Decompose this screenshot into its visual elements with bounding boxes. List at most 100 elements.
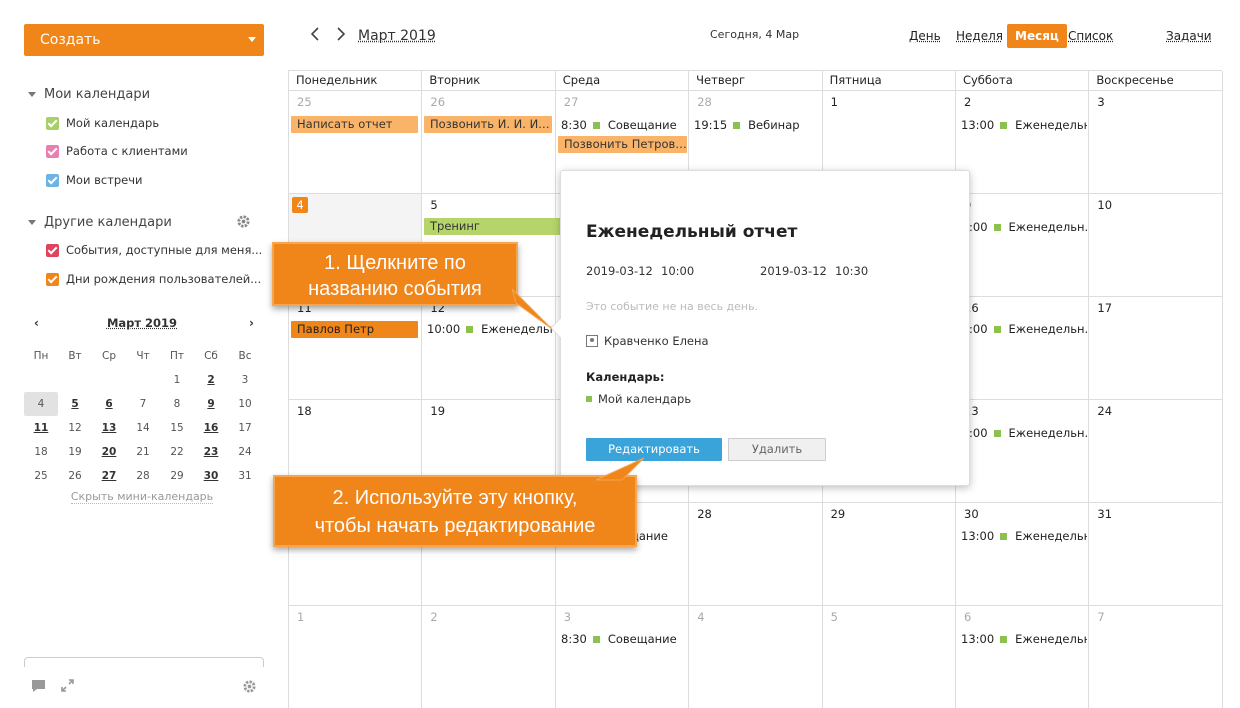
day-number[interactable]: 3 — [1097, 95, 1104, 109]
day-cell[interactable]: 1 — [289, 606, 423, 708]
mini-calendar-title[interactable]: Март 2019 — [107, 316, 177, 330]
mini-day[interactable]: 20 — [92, 440, 126, 464]
mini-day[interactable]: 13 — [92, 416, 126, 440]
checkbox-icon[interactable] — [46, 144, 59, 158]
day-number[interactable]: 7 — [1097, 610, 1104, 624]
event-weekly-report[interactable]: :00 Еженедельн... — [969, 425, 1087, 441]
mini-day[interactable]: 30 — [194, 464, 228, 488]
day-number[interactable]: 25 — [297, 95, 312, 109]
day-cell[interactable]: 16 — [956, 297, 1090, 400]
mini-day[interactable]: 23 — [194, 440, 228, 464]
mini-day[interactable]: 7 — [126, 392, 160, 416]
calendar-item-shared-events[interactable]: События, доступные для меня... — [46, 243, 262, 257]
day-cell[interactable]: 23 — [956, 400, 1090, 503]
day-number[interactable]: 28 — [697, 95, 712, 109]
mini-day[interactable]: 16 — [194, 416, 228, 440]
chevron-left-icon[interactable]: ‹ — [34, 316, 39, 330]
chat-icon[interactable] — [31, 679, 46, 697]
day-cell[interactable]: 31 — [1089, 503, 1223, 606]
gear-icon[interactable] — [236, 214, 251, 229]
day-cell[interactable]: 4 — [689, 606, 823, 708]
chevron-left-icon[interactable] — [310, 27, 320, 45]
day-cell[interactable]: 17 — [1089, 297, 1223, 400]
day-number[interactable]: 18 — [297, 404, 312, 418]
checkbox-icon[interactable] — [46, 116, 59, 130]
event-weekly-report[interactable]: 13:00 Еженедельн... — [961, 117, 1087, 133]
mini-day[interactable]: 15 — [160, 416, 194, 440]
event-weekly-report[interactable]: 13:00 Еженедельн... — [961, 631, 1087, 647]
chevron-right-icon[interactable] — [336, 27, 346, 45]
day-number[interactable]: 10 — [1097, 198, 1112, 212]
view-list-tab[interactable]: Список — [1068, 29, 1113, 43]
other-calendars-header[interactable]: Другие календари — [28, 215, 172, 230]
event-meeting[interactable]: 8:30 Совещание — [561, 117, 687, 133]
create-button[interactable]: Создать — [24, 24, 264, 56]
mini-day[interactable]: 29 — [160, 464, 194, 488]
mini-day[interactable]: 26 — [58, 464, 92, 488]
checkbox-icon[interactable] — [46, 243, 59, 257]
event-weekly-report[interactable]: 13:00 Еженедельн... — [961, 528, 1087, 544]
event-call-ivanov[interactable]: Позвонить И. И. Ив... — [424, 116, 552, 133]
day-cell[interactable]: 7 — [1089, 606, 1223, 708]
day-number[interactable]: 5 — [831, 610, 838, 624]
calendar-item-my-calendar[interactable]: Мой календарь — [46, 116, 159, 130]
day-cell[interactable]: 3 — [1089, 91, 1223, 194]
day-cell[interactable]: 25 — [289, 91, 423, 194]
day-number[interactable]: 5 — [430, 198, 437, 212]
checkbox-icon[interactable] — [46, 272, 59, 286]
calendar-item-birthdays[interactable]: Дни рождения пользователей... — [46, 272, 261, 286]
mini-day[interactable]: 9 — [194, 392, 228, 416]
delete-button[interactable]: Удалить — [728, 438, 826, 461]
day-cell[interactable]: 24 — [1089, 400, 1223, 503]
view-month-tab[interactable]: Месяц — [1007, 24, 1067, 48]
day-number[interactable]: 4 — [697, 610, 704, 624]
day-number[interactable]: 28 — [697, 507, 712, 521]
mini-day[interactable]: 25 — [24, 464, 58, 488]
day-number[interactable]: 1 — [831, 95, 838, 109]
mini-day[interactable]: 24 — [228, 440, 262, 464]
event-pavlov-birthday[interactable]: Павлов Петр — [291, 321, 418, 338]
mini-day[interactable]: 14 — [126, 416, 160, 440]
settings-gear-icon[interactable] — [242, 679, 257, 698]
mini-day[interactable]: 27 — [92, 464, 126, 488]
month-title[interactable]: Март 2019 — [358, 28, 436, 44]
view-week-tab[interactable]: Неделя — [956, 29, 1003, 43]
day-cell[interactable]: 9 — [956, 194, 1090, 297]
day-number[interactable]: 30 — [964, 507, 979, 521]
day-cell[interactable]: 5 — [823, 606, 956, 708]
day-number[interactable]: 2 — [964, 95, 971, 109]
day-number[interactable]: 2 — [430, 610, 437, 624]
mini-day[interactable]: 1 — [160, 368, 194, 392]
day-number[interactable]: 1 — [297, 610, 304, 624]
mini-day[interactable]: 22 — [160, 440, 194, 464]
mini-day[interactable]: 6 — [92, 392, 126, 416]
day-number[interactable]: 26 — [430, 95, 445, 109]
mini-day[interactable]: 17 — [228, 416, 262, 440]
day-cell[interactable]: 2 — [422, 606, 556, 708]
mini-day[interactable]: 19 — [58, 440, 92, 464]
day-number[interactable]: 31 — [1097, 507, 1112, 521]
mini-day[interactable]: 28 — [126, 464, 160, 488]
event-webinar[interactable]: 19:15 Вебинар — [694, 117, 820, 133]
mini-day[interactable]: 18 — [24, 440, 58, 464]
event-weekly-report[interactable]: :00 Еженедельн... — [969, 321, 1087, 337]
day-number[interactable]: 29 — [831, 507, 846, 521]
day-cell[interactable]: 10 — [1089, 194, 1223, 297]
my-calendars-header[interactable]: Мои календари — [28, 87, 150, 102]
mini-day[interactable]: 31 — [228, 464, 262, 488]
day-number[interactable]: 4 — [292, 197, 308, 213]
day-cell[interactable]: 3 — [556, 606, 690, 708]
day-number[interactable]: 27 — [564, 95, 579, 109]
day-number[interactable]: 3 — [564, 610, 571, 624]
day-cell[interactable]: 29 — [822, 503, 956, 606]
day-cell[interactable]: 30 — [956, 503, 1090, 606]
mini-day[interactable]: 5 — [58, 392, 92, 416]
day-cell[interactable]: 26 — [422, 91, 556, 194]
checkbox-icon[interactable] — [46, 173, 59, 187]
mini-day[interactable]: 8 — [160, 392, 194, 416]
mini-day[interactable]: 10 — [228, 392, 262, 416]
calendar-item-meetings[interactable]: Мои встречи — [46, 173, 143, 187]
day-number[interactable]: 19 — [430, 404, 445, 418]
expand-icon[interactable] — [61, 679, 74, 696]
event-training[interactable]: Тренинг — [424, 218, 564, 235]
